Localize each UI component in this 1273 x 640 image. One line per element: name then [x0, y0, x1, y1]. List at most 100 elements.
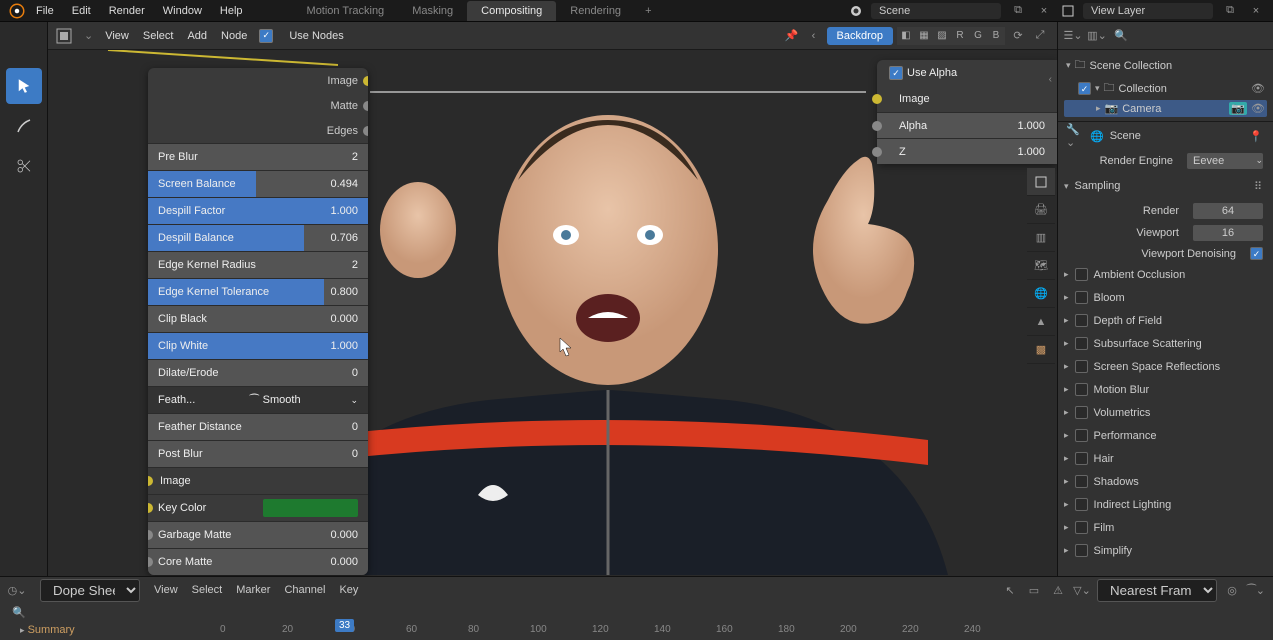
selection-icon[interactable]: ▭	[1025, 581, 1043, 599]
prop-feather-distance[interactable]: Feather Distance0	[148, 413, 368, 440]
channel-b-button[interactable]: B	[987, 27, 1005, 45]
dope-menu-marker[interactable]: Marker	[236, 584, 270, 596]
viewlayer-close-icon[interactable]: ×	[1247, 2, 1265, 20]
warning-icon[interactable]: ⚠	[1049, 581, 1067, 599]
outliner-collection[interactable]: ✓▾🗀 Collection👁	[1064, 77, 1267, 100]
workspace-compositing[interactable]: Compositing	[467, 1, 556, 21]
composite-node[interactable]: ✓Use Alpha Image Alpha1.000 Z1.000	[877, 60, 1057, 164]
prop-despill-balance[interactable]: Despill Balance0.706	[148, 224, 368, 251]
channel-color-icon[interactable]: ▦	[915, 27, 933, 45]
channel-alpha-icon[interactable]: ▨	[933, 27, 951, 45]
scene-close-icon[interactable]: ×	[1035, 2, 1053, 20]
socket-out-matte-dot[interactable]	[363, 101, 368, 111]
panel-volumetrics[interactable]: ▸ Volumetrics	[1058, 401, 1273, 424]
dope-menu-view[interactable]: View	[154, 584, 178, 596]
viewport-denoise[interactable]: Viewport Denoising✓	[1058, 244, 1273, 263]
keycolor-swatch[interactable]	[263, 499, 358, 517]
texture-tab[interactable]: ▩	[1027, 336, 1055, 364]
use-alpha-row[interactable]: ✓Use Alpha	[877, 60, 1057, 86]
panel-depth-of-field[interactable]: ▸ Depth of Field	[1058, 309, 1273, 332]
properties-editor-icon[interactable]: 🔧⌄	[1066, 127, 1084, 145]
outliner-tree[interactable]: ▾🗀 Scene Collection ✓▾🗀 Collection👁 ▸📷 C…	[1058, 50, 1273, 121]
socket-in-image[interactable]: Image	[148, 467, 368, 494]
prop-despill-factor[interactable]: Despill Factor1.000	[148, 197, 368, 224]
keying-node[interactable]: Image Matte Edges Pre Blur2Screen Balanc…	[148, 68, 368, 575]
scene-pin-icon[interactable]: 🌐	[1090, 130, 1104, 143]
panel-indirect-lighting[interactable]: ▸ Indirect Lighting	[1058, 493, 1273, 516]
panel-hair[interactable]: ▸ Hair	[1058, 447, 1273, 470]
panel-film[interactable]: ▸ Film	[1058, 516, 1273, 539]
panel-motion-blur[interactable]: ▸ Motion Blur	[1058, 378, 1273, 401]
channel-g-button[interactable]: G	[969, 27, 987, 45]
filter-icon[interactable]: ▽⌄	[1073, 581, 1091, 599]
outliner-camera[interactable]: ▸📷 Camera📷👁	[1064, 100, 1267, 117]
prop-edge-kernel-radius[interactable]: Edge Kernel Radius2	[148, 251, 368, 278]
cursor-tool-icon[interactable]: ↖	[1001, 581, 1019, 599]
prop-clip-white[interactable]: Clip White1.000	[148, 332, 368, 359]
alpha-input[interactable]: Alpha1.000	[877, 112, 1057, 138]
dope-menu-channel[interactable]: Channel	[284, 584, 325, 596]
node-menu-select[interactable]: Select	[143, 30, 174, 42]
sampling-panel[interactable]: ▾Sampling⠿	[1058, 172, 1273, 200]
workspace-masking[interactable]: Masking	[398, 1, 467, 21]
viewlayer-browse-icon[interactable]: ⧉	[1221, 2, 1239, 20]
panel-subsurface-scattering[interactable]: ▸ Subsurface Scattering	[1058, 332, 1273, 355]
scene-browse-icon[interactable]: ⧉	[1009, 2, 1027, 20]
outliner-display-icon[interactable]: ▥⌄	[1088, 27, 1106, 45]
menu-file[interactable]: File	[36, 5, 54, 17]
viewport-samples[interactable]: Viewport16	[1058, 222, 1273, 244]
refresh-icon[interactable]: ⟳	[1009, 27, 1027, 45]
prop-pre-blur[interactable]: Pre Blur2	[148, 143, 368, 170]
prop-post-blur[interactable]: Post Blur0	[148, 440, 368, 467]
socket-in-keycolor[interactable]: Key Color	[148, 494, 368, 521]
channel-combined-icon[interactable]: ◧	[897, 27, 915, 45]
chevron-left-icon[interactable]: ‹	[805, 27, 823, 45]
render-engine-row[interactable]: Render Engine Eevee⌄	[1058, 150, 1273, 172]
output-tab[interactable]: 🖨	[1027, 196, 1055, 224]
panel-screen-space-reflections[interactable]: ▸ Screen Space Reflections	[1058, 355, 1273, 378]
annotate-tool[interactable]	[6, 108, 42, 144]
node-editor-area[interactable]: Image Matte Edges Pre Blur2Screen Balanc…	[48, 50, 1057, 576]
panel-options-icon[interactable]: ⠿	[1249, 177, 1267, 195]
workspace-motion-tracking[interactable]: Motion Tracking	[293, 1, 399, 21]
prop-dilate-erode[interactable]: Dilate/Erode0	[148, 359, 368, 386]
links-cut-tool[interactable]	[6, 148, 42, 184]
scene-selector[interactable]: Scene	[871, 3, 1001, 19]
render-tab[interactable]	[1027, 168, 1055, 196]
node-menu-node[interactable]: Node	[221, 30, 247, 42]
outliner-editor-icon[interactable]: ☰⌄	[1064, 27, 1082, 45]
viewlayer-tab[interactable]: ▥	[1027, 224, 1055, 252]
add-workspace-button[interactable]: +	[635, 1, 661, 21]
proportional-icon[interactable]: ◎	[1223, 581, 1241, 599]
node-menu-view[interactable]: View	[105, 30, 129, 42]
viewlayer-selector[interactable]: View Layer	[1083, 3, 1213, 19]
snap-select[interactable]: Nearest Frame	[1097, 579, 1217, 602]
dope-menu-key[interactable]: Key	[339, 584, 358, 596]
dope-mode-select[interactable]: Dope Sheet	[40, 579, 140, 602]
eye-icon[interactable]: 👁	[1251, 102, 1265, 115]
channel-r-button[interactable]: R	[951, 27, 969, 45]
prop-screen-balance[interactable]: Screen Balance0.494	[148, 170, 368, 197]
socket-out-image-dot[interactable]	[363, 76, 368, 86]
sidebar-toggle-icon[interactable]: ‹	[1049, 74, 1052, 85]
prop-clip-black[interactable]: Clip Black0.000	[148, 305, 368, 332]
panel-ambient-occlusion[interactable]: ▸ Ambient Occlusion	[1058, 263, 1273, 286]
viewlayer-icon[interactable]	[1061, 4, 1075, 18]
world-tab[interactable]: 🌐	[1027, 280, 1055, 308]
pin-icon[interactable]: 📌	[783, 27, 801, 45]
outliner-scene-collection[interactable]: ▾🗀 Scene Collection	[1064, 54, 1267, 77]
socket-in-comp-image[interactable]: Image	[877, 86, 1057, 112]
panel-performance[interactable]: ▸ Performance	[1058, 424, 1273, 447]
timeline[interactable]: 020406080100120140160180200220240 33	[0, 619, 1273, 639]
panel-simplify[interactable]: ▸ Simplify	[1058, 539, 1273, 562]
prop-garbage-matte[interactable]: Garbage Matte0.000	[148, 521, 368, 548]
overlay-icon[interactable]: ⤢	[1031, 27, 1049, 45]
menu-help[interactable]: Help	[220, 5, 243, 17]
scene-tab[interactable]: 🗺	[1027, 252, 1055, 280]
workspace-rendering[interactable]: Rendering	[556, 1, 635, 21]
select-tool[interactable]	[6, 68, 42, 104]
menu-render[interactable]: Render	[109, 5, 145, 17]
eye-icon[interactable]: 👁	[1251, 82, 1265, 95]
pin-icon[interactable]: 📍	[1247, 127, 1265, 145]
use-nodes-checkbox[interactable]: ✓	[259, 29, 273, 43]
